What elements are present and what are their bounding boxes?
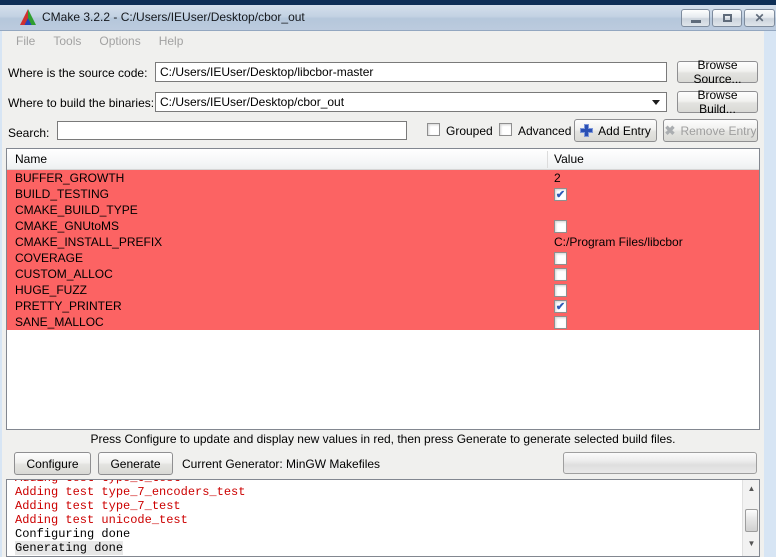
source-code-label: Where is the source code: — [8, 66, 147, 80]
cache-entry-name: BUFFER_GROWTH — [15, 170, 124, 186]
cache-entry-name: HUGE_FUZZ — [15, 282, 87, 298]
menu-item-options[interactable]: Options — [90, 34, 149, 48]
build-path-input[interactable] — [155, 92, 667, 112]
value-checkbox[interactable] — [554, 284, 567, 297]
cache-entry-name: PRETTY_PRINTER — [15, 298, 122, 314]
log-line: Adding test type_7_test — [15, 499, 245, 513]
configure-button[interactable]: Configure — [14, 452, 91, 475]
build-binaries-label: Where to build the binaries: — [8, 96, 154, 110]
search-label: Search: — [8, 126, 49, 140]
log-line: Adding test type_7_encoders_test — [15, 485, 245, 499]
value-checkbox[interactable]: ✔ — [554, 188, 567, 201]
log-line: Adding test unicode_test — [15, 513, 245, 527]
table-rows: BUFFER_GROWTH 2 BUILD_TESTING ✔ CMAKE_BUILD_… — [7, 170, 759, 330]
value-checkbox[interactable] — [554, 268, 567, 281]
table-row[interactable]: SANE_MALLOC — [7, 314, 759, 330]
cache-entry-value[interactable] — [554, 250, 567, 266]
value-checkbox[interactable] — [554, 252, 567, 265]
grouped-checkbox[interactable] — [427, 123, 440, 136]
menu-item-file[interactable]: File — [7, 34, 44, 48]
minimize-icon — [691, 20, 701, 23]
remove-x-icon: ✖ — [665, 123, 676, 139]
minimize-button[interactable] — [681, 9, 710, 27]
cache-entry-value[interactable]: 2 — [554, 170, 561, 186]
remove-entry-button[interactable]: ✖ Remove Entry — [663, 119, 758, 142]
cache-entry-name: CMAKE_GNUtoMS — [15, 218, 119, 234]
advanced-label: Advanced — [518, 124, 571, 138]
add-plus-icon — [580, 124, 593, 137]
cache-entry-value[interactable]: C:/Program Files/libcbor — [554, 234, 683, 250]
value-checkbox[interactable] — [554, 220, 567, 233]
cache-entry-value[interactable] — [554, 266, 567, 282]
cache-entry-name: COVERAGE — [15, 250, 83, 266]
table-row[interactable]: BUFFER_GROWTH 2 — [7, 170, 759, 186]
add-entry-label: Add Entry — [598, 124, 651, 138]
table-row[interactable]: COVERAGE — [7, 250, 759, 266]
cache-entry-name: BUILD_TESTING — [15, 186, 109, 202]
column-header-value[interactable]: Value — [554, 152, 584, 166]
add-entry-button[interactable]: Add Entry — [574, 119, 657, 142]
cache-entry-value[interactable] — [554, 282, 567, 298]
table-row[interactable]: CUSTOM_ALLOC — [7, 266, 759, 282]
advanced-checkbox[interactable] — [499, 123, 512, 136]
log-content: Adding test type_6_testAdding test type_… — [15, 479, 245, 555]
table-header[interactable]: Name Value — [7, 149, 759, 170]
cache-entry-name: CMAKE_INSTALL_PREFIX — [15, 234, 162, 250]
cache-entry-value[interactable]: ✔ — [554, 186, 567, 202]
cmake-window: CMake 3.2.2 - C:/Users/IEUser/Desktop/cb… — [0, 0, 776, 557]
log-line: Generating done — [15, 541, 245, 555]
cache-variable-table[interactable]: Name Value BUFFER_GROWTH 2 BUILD_TESTING ✔ C… — [6, 148, 760, 430]
close-icon: ✕ — [754, 13, 764, 23]
window-title: CMake 3.2.2 - C:/Users/IEUser/Desktop/cb… — [42, 10, 305, 24]
cache-entry-name: CUSTOM_ALLOC — [15, 266, 113, 282]
cache-entry-name: CMAKE_BUILD_TYPE — [15, 202, 138, 218]
table-row[interactable]: PRETTY_PRINTER ✔ — [7, 298, 759, 314]
menu-bar: FileToolsOptionsHelp — [2, 31, 764, 52]
scroll-down-icon[interactable]: ▼ — [744, 536, 759, 551]
menu-item-tools[interactable]: Tools — [44, 34, 90, 48]
grouped-label: Grouped — [446, 124, 493, 138]
close-button[interactable]: ✕ — [744, 9, 775, 27]
maximize-icon — [723, 14, 732, 22]
cache-entry-name: SANE_MALLOC — [15, 314, 104, 330]
column-header-name[interactable]: Name — [15, 152, 47, 166]
instruction-text: Press Configure to update and display ne… — [2, 432, 764, 446]
table-row[interactable]: HUGE_FUZZ — [7, 282, 759, 298]
value-checkbox[interactable]: ✔ — [554, 300, 567, 313]
output-log[interactable]: Adding test type_6_testAdding test type_… — [6, 479, 760, 557]
table-row[interactable]: CMAKE_GNUtoMS — [7, 218, 759, 234]
cache-entry-value[interactable]: ✔ — [554, 298, 567, 314]
scrollbar-thumb[interactable] — [745, 509, 758, 532]
value-checkbox[interactable] — [554, 316, 567, 329]
build-path-combobox[interactable] — [155, 92, 667, 112]
browse-source-button[interactable]: Browse Source... — [677, 61, 758, 83]
column-divider[interactable] — [547, 151, 548, 168]
cache-entry-value[interactable] — [554, 314, 567, 330]
title-bar[interactable]: CMake 3.2.2 - C:/Users/IEUser/Desktop/cb… — [0, 5, 776, 31]
table-row[interactable]: BUILD_TESTING ✔ — [7, 186, 759, 202]
browse-build-button[interactable]: Browse Build... — [677, 91, 758, 113]
log-line: Configuring done — [15, 527, 245, 541]
current-generator-label: Current Generator: MinGW Makefiles — [182, 457, 380, 471]
chevron-down-icon[interactable] — [652, 100, 660, 105]
source-path-input[interactable] — [155, 62, 667, 82]
scroll-up-icon[interactable]: ▲ — [744, 481, 759, 496]
log-scrollbar[interactable]: ▲ ▼ — [742, 480, 759, 557]
cache-entry-value[interactable] — [554, 218, 567, 234]
remove-entry-label: Remove Entry — [680, 124, 756, 138]
table-row[interactable]: CMAKE_INSTALL_PREFIX C:/Program Files/lib… — [7, 234, 759, 250]
cmake-logo-icon — [20, 9, 36, 25]
progress-bar — [563, 452, 757, 474]
table-row[interactable]: CMAKE_BUILD_TYPE — [7, 202, 759, 218]
search-input[interactable] — [57, 121, 407, 140]
maximize-button[interactable] — [712, 9, 742, 27]
menu-item-help[interactable]: Help — [150, 34, 193, 48]
generate-button[interactable]: Generate — [98, 452, 173, 475]
